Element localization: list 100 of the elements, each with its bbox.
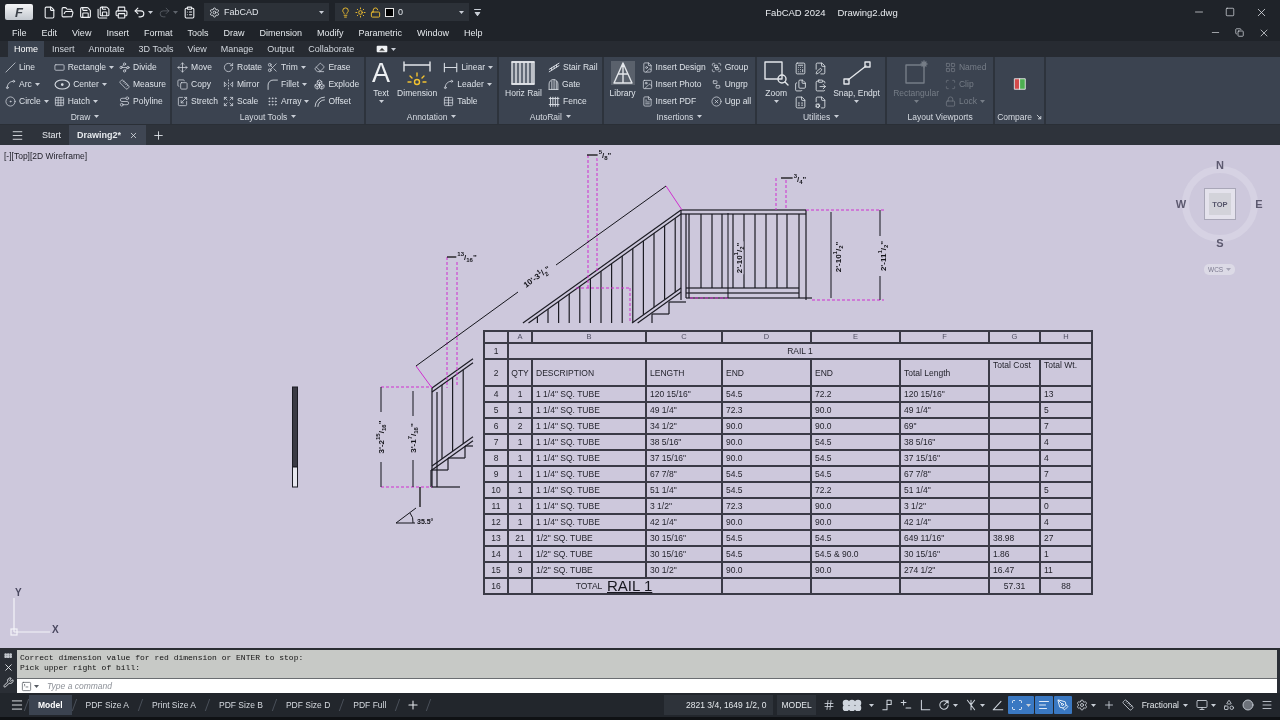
menu-item[interactable]: Insert bbox=[106, 27, 129, 38]
ribbon-tab[interactable]: Home bbox=[8, 41, 44, 57]
ribbon-large-button[interactable]: A Text bbox=[370, 59, 393, 103]
ribbon-tab[interactable]: Collaborate bbox=[302, 41, 361, 57]
ribbon-tool-button[interactable]: Measure bbox=[118, 76, 168, 92]
ribbon-tool-button[interactable]: Copy bbox=[176, 76, 220, 92]
ribbon-tool-button[interactable]: Mirror bbox=[222, 76, 264, 92]
ribbon-tool-button[interactable]: Table bbox=[442, 93, 495, 109]
ribbon-tool-button[interactable]: Ugp all bbox=[709, 93, 753, 109]
layout-tab[interactable]: Print Size A bbox=[143, 695, 205, 715]
panel-title[interactable]: Compare bbox=[995, 109, 1045, 124]
ribbon-large-button[interactable]: Snap, Endpt bbox=[831, 59, 882, 103]
ribbon-tool-button[interactable]: Offset bbox=[313, 93, 361, 109]
model-space-button[interactable]: MODEL bbox=[777, 695, 816, 715]
menu-item[interactable]: View bbox=[72, 27, 92, 38]
file-gear-icon[interactable] bbox=[814, 96, 828, 109]
units-dropdown[interactable]: Fractional bbox=[1137, 696, 1192, 714]
files-icon[interactable] bbox=[794, 79, 808, 92]
status-toggle[interactable] bbox=[1007, 696, 1034, 714]
ribbon-large-button[interactable]: Horiz Rail bbox=[503, 59, 544, 98]
menu-item[interactable]: Window bbox=[417, 27, 450, 38]
panel-title[interactable]: Layout Tools bbox=[237, 109, 299, 124]
status-toggle[interactable] bbox=[1053, 696, 1072, 714]
ribbon-tool-button[interactable]: Hatch bbox=[52, 93, 115, 109]
panel-title[interactable]: Layout Viewports bbox=[905, 109, 975, 124]
panel-title[interactable]: Insertions bbox=[654, 109, 705, 124]
wrench-icon[interactable] bbox=[3, 677, 14, 688]
ribbon-tool-button[interactable]: Rectangle bbox=[52, 59, 115, 75]
ribbon-tool-button[interactable]: Insert Design bbox=[640, 59, 707, 75]
viewport-label[interactable]: [-][Top][2D Wireframe] bbox=[4, 151, 88, 161]
ribbon-tool-button[interactable]: Arc bbox=[4, 76, 50, 92]
ribbon-tab[interactable]: Manage bbox=[214, 41, 260, 57]
ribbon-tool-button[interactable]: Stair Rail bbox=[546, 59, 599, 75]
menu-item[interactable]: File bbox=[12, 27, 27, 38]
panel-title[interactable]: Annotation bbox=[404, 109, 459, 124]
menu-item[interactable]: Edit bbox=[41, 27, 58, 38]
document-tab[interactable]: Start bbox=[34, 125, 69, 145]
workspace-dropdown[interactable]: FabCAD bbox=[204, 3, 329, 21]
maximize-icon[interactable] bbox=[1225, 7, 1235, 17]
ribbon-tool-button[interactable]: Move bbox=[176, 59, 220, 75]
menu-item[interactable]: Draw bbox=[223, 27, 245, 38]
panel-title[interactable]: AutoRail bbox=[527, 109, 573, 124]
app-logo[interactable]: F bbox=[5, 4, 33, 20]
layout-tab[interactable]: PDF Size B bbox=[209, 695, 272, 715]
menu-icon[interactable] bbox=[10, 698, 24, 712]
ribbon-tool-button[interactable]: Stretch bbox=[176, 93, 220, 109]
menu-item[interactable]: Modify bbox=[317, 27, 344, 38]
spreadsheet-icon[interactable] bbox=[794, 96, 808, 109]
layout-tab[interactable]: PDF Size D bbox=[276, 695, 340, 715]
layer-dropdown[interactable]: 0 bbox=[335, 3, 469, 21]
grip-icon[interactable] bbox=[3, 653, 14, 658]
ribbon-tool-button[interactable]: Scale bbox=[222, 93, 264, 109]
ribbon-tool-button[interactable]: Trim bbox=[266, 59, 311, 75]
ribbon-tool-button[interactable]: Fence bbox=[546, 93, 599, 109]
clipboard-icon[interactable] bbox=[814, 79, 828, 92]
add-layout-icon[interactable] bbox=[406, 698, 421, 712]
ribbon-tool-button[interactable]: Divide bbox=[118, 59, 168, 75]
ribbon-tab[interactable]: 3D Tools bbox=[132, 41, 180, 57]
ribbon-tool-button[interactable]: Fillet bbox=[266, 76, 311, 92]
ribbon-tab[interactable]: Insert bbox=[46, 41, 81, 57]
menu-item[interactable]: Help bbox=[464, 27, 483, 38]
ribbon-tool-button[interactable]: Insert Photo bbox=[640, 76, 707, 92]
close-icon[interactable] bbox=[3, 662, 14, 673]
ribbon-tool-button[interactable]: Group bbox=[709, 59, 753, 75]
ribbon-tab[interactable]: Output bbox=[261, 41, 301, 57]
ribbon-tool-button[interactable]: Rotate bbox=[222, 59, 264, 75]
panel-title[interactable]: Utilities bbox=[800, 109, 842, 124]
menu-item[interactable]: Tools bbox=[187, 27, 209, 38]
close-icon[interactable] bbox=[129, 130, 139, 140]
layout-tab[interactable]: Model bbox=[29, 695, 72, 715]
command-input[interactable]: Type a command bbox=[47, 680, 1277, 692]
status-toggle[interactable] bbox=[1034, 696, 1053, 714]
ribbon-tool-button[interactable]: Explode bbox=[313, 76, 361, 92]
status-button[interactable] bbox=[1239, 696, 1257, 714]
ribbon-tool-button[interactable]: Leader bbox=[442, 76, 495, 92]
ribbon-tool-button[interactable]: Insert PDF bbox=[640, 93, 707, 109]
split-page-icon[interactable] bbox=[1013, 77, 1028, 91]
ribbon-tool-button[interactable]: Center bbox=[52, 76, 115, 92]
menu-item[interactable]: Parametric bbox=[358, 27, 402, 38]
menu-icon[interactable] bbox=[11, 128, 24, 142]
menu-item[interactable]: Format bbox=[143, 27, 173, 38]
ribbon-large-button[interactable]: Library bbox=[607, 59, 638, 98]
ribbon-tool-button[interactable]: Line bbox=[4, 59, 50, 75]
ribbon-tool-button[interactable]: Circle bbox=[4, 93, 50, 109]
layout-tab[interactable]: PDF Size A bbox=[76, 695, 139, 715]
restore-icon[interactable] bbox=[1235, 28, 1244, 37]
ribbon-tool-button[interactable]: Erase bbox=[313, 59, 361, 75]
calculator-icon[interactable] bbox=[794, 62, 808, 75]
ribbon-large-button[interactable]: Dimension bbox=[395, 59, 440, 98]
ribbon-tool-button[interactable]: Linear bbox=[442, 59, 495, 75]
customize-icon[interactable] bbox=[473, 7, 482, 17]
layout-tab[interactable]: PDF Full bbox=[344, 695, 396, 715]
panel-toggle-icon[interactable] bbox=[376, 45, 389, 53]
ribbon-tool-button[interactable]: Polyline bbox=[118, 93, 168, 109]
menu-item[interactable]: Dimension bbox=[259, 27, 302, 38]
ribbon-large-button[interactable]: Zoom bbox=[761, 59, 792, 103]
document-tab[interactable]: Drawing2* bbox=[69, 125, 147, 145]
file-pen-icon[interactable] bbox=[814, 62, 828, 75]
panel-title[interactable]: Draw bbox=[68, 109, 102, 124]
add-tab-icon[interactable] bbox=[152, 128, 166, 142]
